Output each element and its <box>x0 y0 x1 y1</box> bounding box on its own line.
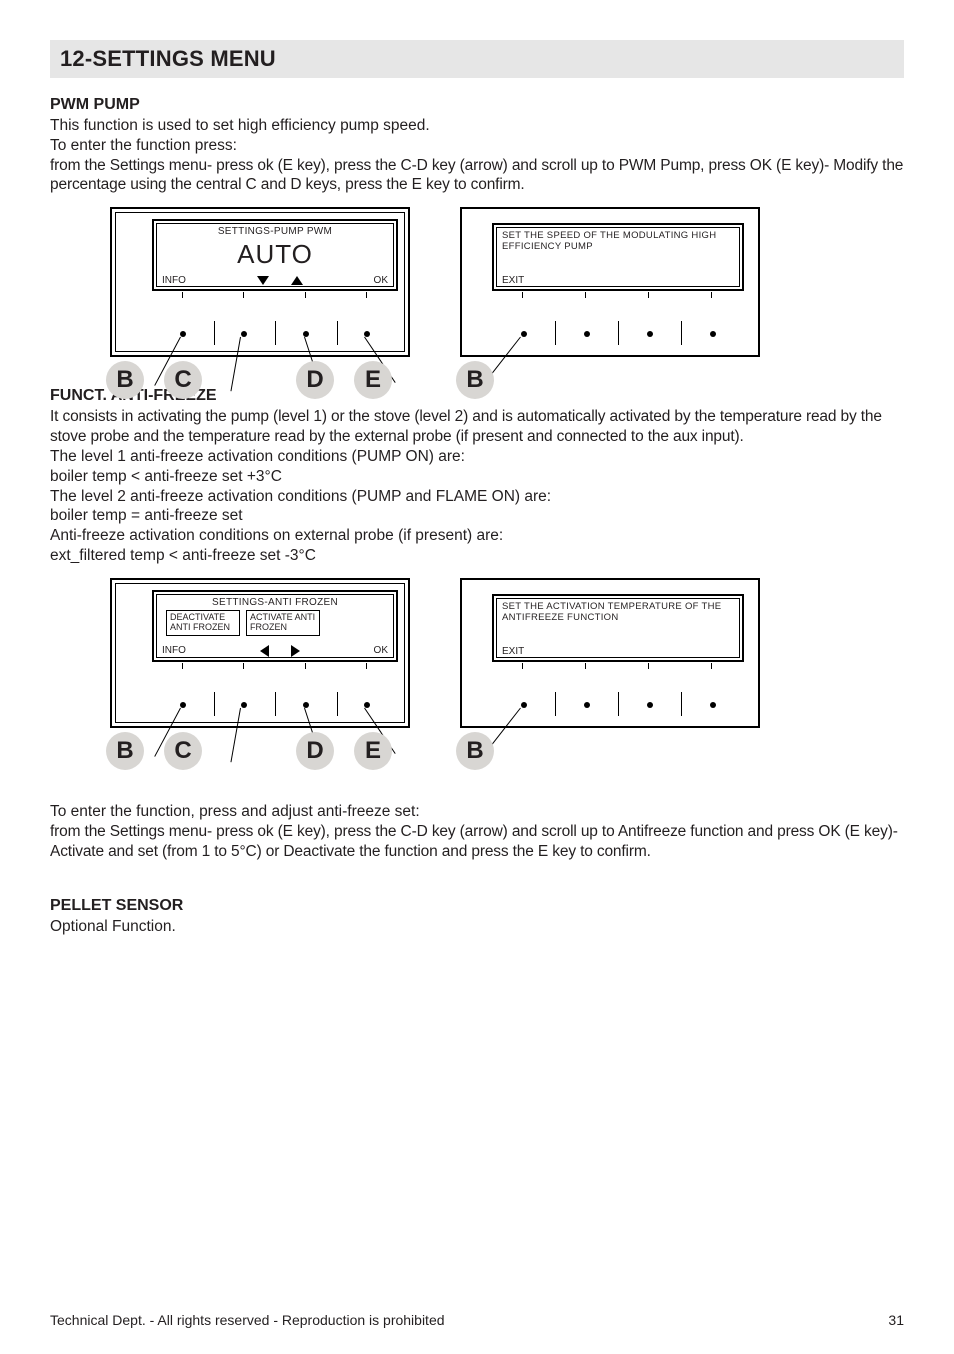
page-title: 12-SETTINGS MENU <box>60 46 894 72</box>
hw-button-b[interactable] <box>521 331 527 337</box>
screen-footer: INFO OK <box>162 275 388 286</box>
footer-left: Technical Dept. - All rights reserved - … <box>50 1312 445 1328</box>
af-diagram-row: SETTINGS-ANTI FROZEN DEACTIVATE ANTI FRO… <box>50 578 904 728</box>
letter-callouts: B <box>456 732 494 770</box>
hw-button-b[interactable] <box>521 702 527 708</box>
hw-button[interactable] <box>647 331 653 337</box>
device-frame: SETTINGS-ANTI FROZEN DEACTIVATE ANTI FRO… <box>110 578 410 728</box>
pwm-text-2: To enter the function press: <box>50 136 904 156</box>
callout-d: D <box>296 361 334 399</box>
letter-callouts: B C D E <box>106 732 392 770</box>
pellet-heading: PELLET SENSOR <box>50 897 904 915</box>
af-text-1: It consists in activating the pump (leve… <box>50 407 904 447</box>
page-number: 31 <box>888 1312 904 1328</box>
hw-button-c[interactable] <box>241 702 247 708</box>
af-post-2: from the Settings menu- press ok (E key)… <box>50 822 904 862</box>
callout-b: B <box>456 732 494 770</box>
letter-callouts: B C D E <box>106 361 392 399</box>
letter-callouts: B <box>456 361 494 399</box>
af-text-3: boiler temp < anti-freeze set +3°C <box>50 467 904 487</box>
option-deactivate: DEACTIVATE ANTI FROZEN <box>166 610 240 636</box>
hw-button[interactable] <box>584 331 590 337</box>
footer: Technical Dept. - All rights reserved - … <box>50 1312 904 1328</box>
callout-e: E <box>354 361 392 399</box>
af-info-panel: SET THE ACTIVATION TEMPERATURE OF THE AN… <box>460 578 800 728</box>
tick-row <box>152 663 398 671</box>
callout-e: E <box>354 732 392 770</box>
af-text-4: The level 2 anti-freeze activation condi… <box>50 487 904 507</box>
screen-title: SETTINGS-ANTI FROZEN <box>154 597 396 608</box>
info-message: SET THE SPEED OF THE MODULATING HIGH EFF… <box>502 231 734 253</box>
af-device-panel: SETTINGS-ANTI FROZEN DEACTIVATE ANTI FRO… <box>50 578 390 728</box>
arrow-up-icon <box>291 276 303 285</box>
option-activate: ACTIVATE ANTI FROZEN <box>246 610 320 636</box>
callout-b: B <box>106 361 144 399</box>
screen-title: SETTINGS-PUMP PWM <box>154 226 396 237</box>
screen-value: AUTO <box>154 239 396 270</box>
arrow-left-icon <box>260 645 269 657</box>
af-text-2: The level 1 anti-freeze activation condi… <box>50 447 904 467</box>
device-screen: SETTINGS-PUMP PWM AUTO INFO OK <box>152 219 398 291</box>
hw-button[interactable] <box>647 702 653 708</box>
hw-button-b[interactable] <box>180 702 186 708</box>
exit-label: EXIT <box>502 646 524 657</box>
pwm-text-3: from the Settings menu- press ok (E key)… <box>50 156 904 196</box>
pwm-text-1: This function is used to set high effici… <box>50 116 904 136</box>
button-row <box>152 702 398 708</box>
info-frame: SET THE SPEED OF THE MODULATING HIGH EFF… <box>460 207 760 357</box>
af-text-6: Anti-freeze activation conditions on ext… <box>50 526 904 546</box>
tick-row <box>152 292 398 300</box>
callout-c: C <box>164 732 202 770</box>
button-row <box>152 331 398 337</box>
device-screen: SETTINGS-ANTI FROZEN DEACTIVATE ANTI FRO… <box>152 590 398 662</box>
hw-button-e[interactable] <box>364 702 370 708</box>
callout-d: D <box>296 732 334 770</box>
screen-footer: INFO OK <box>162 645 388 657</box>
tick-row <box>492 292 744 300</box>
info-screen: SET THE ACTIVATION TEMPERATURE OF THE AN… <box>492 594 744 662</box>
hw-button[interactable] <box>584 702 590 708</box>
exit-label: EXIT <box>502 275 524 286</box>
tick-row <box>492 663 744 671</box>
device-frame: SETTINGS-PUMP PWM AUTO INFO OK <box>110 207 410 357</box>
af-post-1: To enter the function, press and adjust … <box>50 802 904 822</box>
pwm-device-panel: SETTINGS-PUMP PWM AUTO INFO OK <box>50 207 390 357</box>
title-bar: 12-SETTINGS MENU <box>50 40 904 78</box>
info-frame: SET THE ACTIVATION TEMPERATURE OF THE AN… <box>460 578 760 728</box>
info-label: INFO <box>162 275 186 286</box>
ok-label: OK <box>374 275 388 286</box>
info-screen: SET THE SPEED OF THE MODULATING HIGH EFF… <box>492 223 744 291</box>
button-row <box>492 702 744 708</box>
af-text-7: ext_filtered temp < anti-freeze set -3°C <box>50 546 904 566</box>
info-message: SET THE ACTIVATION TEMPERATURE OF THE AN… <box>502 602 734 624</box>
ok-label: OK <box>374 645 388 656</box>
arrow-right-icon <box>291 645 300 657</box>
hw-button[interactable] <box>710 331 716 337</box>
page: 12-SETTINGS MENU PWM PUMP This function … <box>0 0 954 1354</box>
arrow-down-icon <box>257 276 269 285</box>
hw-button-c[interactable] <box>241 331 247 337</box>
pwm-diagram-row: SETTINGS-PUMP PWM AUTO INFO OK <box>50 207 904 357</box>
hw-button[interactable] <box>710 702 716 708</box>
pwm-info-panel: SET THE SPEED OF THE MODULATING HIGH EFF… <box>460 207 800 357</box>
pwm-heading: PWM PUMP <box>50 96 904 114</box>
callout-b: B <box>106 732 144 770</box>
button-row <box>492 331 744 337</box>
info-label: INFO <box>162 645 186 656</box>
pellet-text: Optional Function. <box>50 917 904 937</box>
af-text-5: boiler temp = anti-freeze set <box>50 506 904 526</box>
callout-b: B <box>456 361 494 399</box>
screen-options: DEACTIVATE ANTI FROZEN ACTIVATE ANTI FRO… <box>166 610 384 636</box>
callout-c: C <box>164 361 202 399</box>
